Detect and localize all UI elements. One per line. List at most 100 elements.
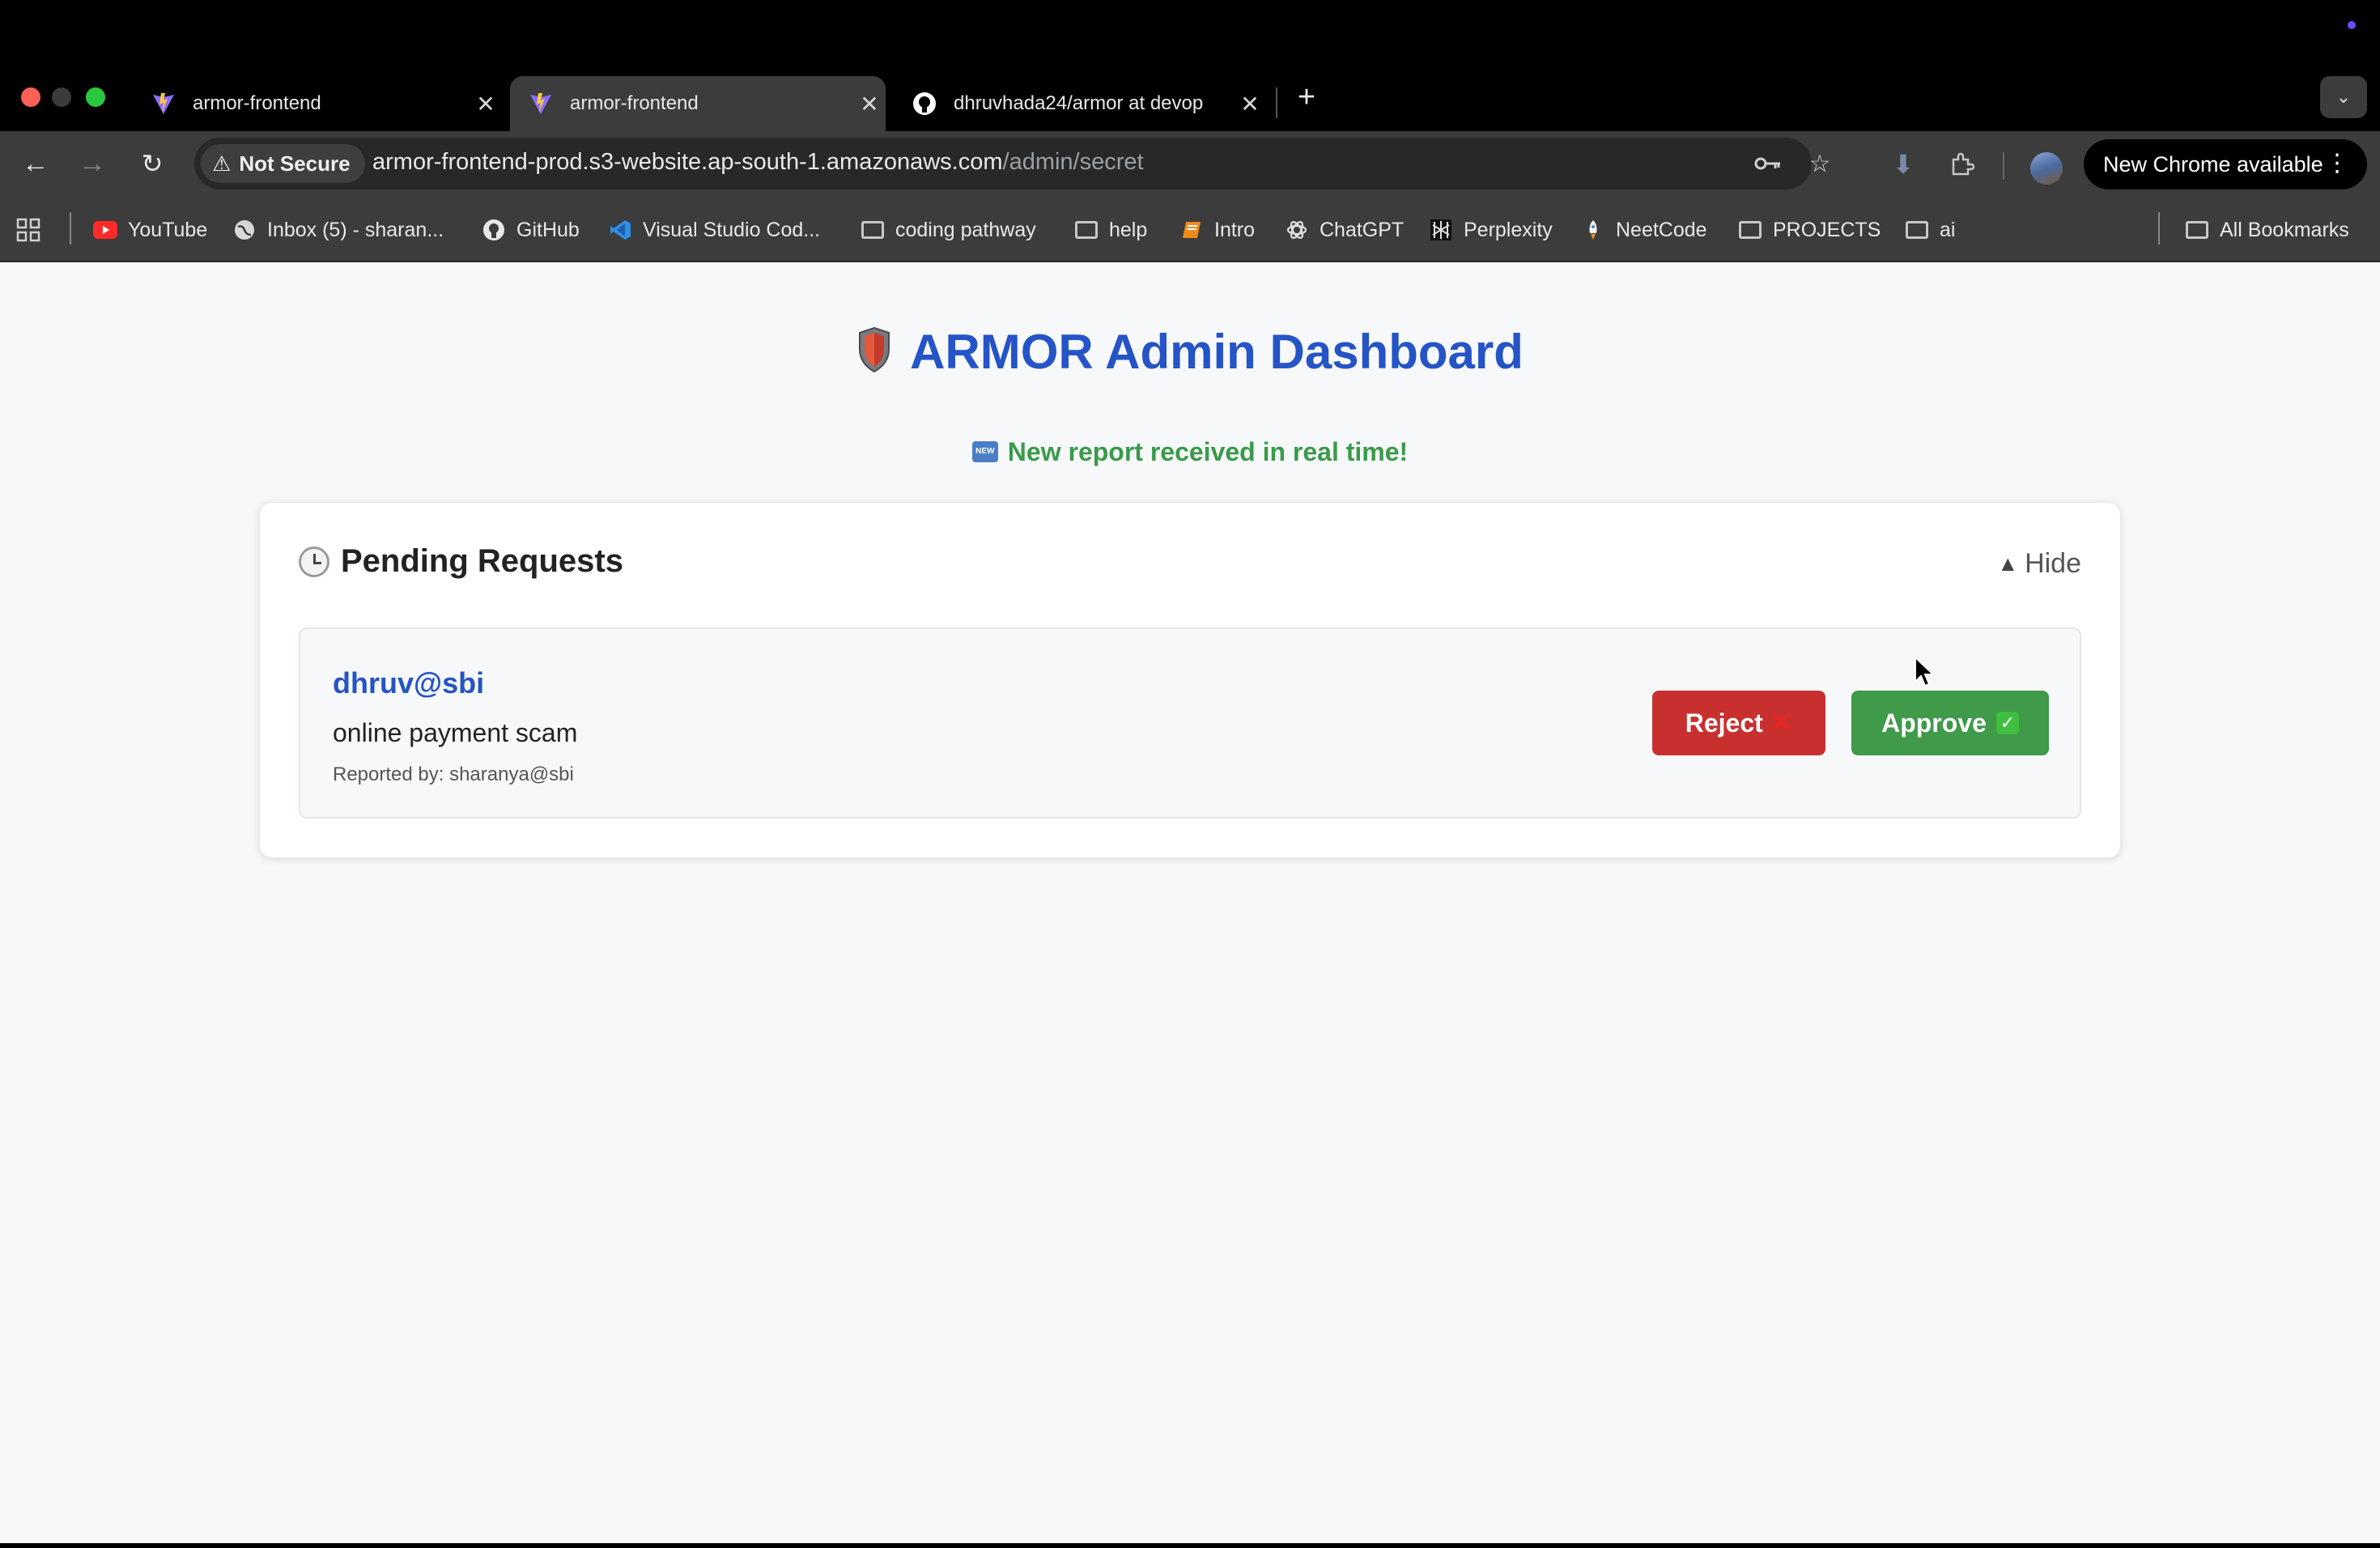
star-icon[interactable]: ☆ [1802, 146, 1838, 181]
bookmark-perplexity[interactable]: Perplexity [1428, 212, 1553, 248]
apps-grid-icon[interactable] [16, 212, 40, 248]
tab-title: armor-frontend [193, 92, 321, 114]
warning-icon: ⚠ [212, 151, 232, 176]
bookmark-divider [70, 212, 71, 245]
bookmark-label: ai [1940, 218, 1956, 241]
minimize-window-button[interactable] [52, 87, 71, 107]
bookmark-folder-coding-pathway[interactable]: coding pathway [860, 212, 1036, 248]
new-badge-icon: NEW [971, 440, 998, 462]
github-icon [481, 217, 507, 243]
bookmark-vscode[interactable]: Visual Studio Cod... [607, 212, 820, 248]
bookmark-folder-projects[interactable]: PROJECTS [1737, 212, 1881, 248]
tab-title: armor-frontend [570, 92, 699, 114]
page-title-text: ARMOR Admin Dashboard [910, 325, 1524, 379]
url-path: /admin/secret [1002, 149, 1144, 175]
bookmark-label: Perplexity [1464, 218, 1553, 241]
request-user: dhruv@sbi [333, 666, 485, 700]
bookmark-label: coding pathway [895, 218, 1036, 241]
chatgpt-icon [1284, 217, 1310, 243]
tab-title: dhruvhada24/armor at devop [954, 92, 1204, 114]
close-icon[interactable]: ✕ [470, 91, 502, 117]
url-text[interactable]: armor-frontend-prod.s3-website.ap-south-… [372, 149, 1144, 176]
clock-icon [299, 546, 329, 577]
approve-label: Approve [1881, 708, 1987, 738]
close-icon[interactable]: ✕ [1234, 91, 1266, 117]
tab-search-button[interactable]: ⌄ [2320, 76, 2367, 118]
approve-button[interactable]: Approve ✓ [1851, 691, 2049, 755]
folder-icon [1737, 217, 1763, 243]
all-bookmarks-button[interactable]: All Bookmarks [2184, 212, 2349, 248]
folder-icon [1904, 217, 1930, 243]
triangle-up-icon: ▲ [1997, 551, 2019, 576]
folder-icon [2184, 217, 2210, 243]
bookmark-label: Intro [1214, 218, 1256, 241]
bookmark-label: Visual Studio Cod... [643, 218, 821, 241]
shield-icon [856, 326, 892, 385]
bookmark-youtube[interactable]: YouTube [92, 212, 207, 248]
notice-text: New report received in real time! [1007, 437, 1409, 466]
realtime-notice: NEW New report received in real time! [0, 437, 2380, 467]
extensions-icon[interactable] [1941, 144, 1982, 185]
vite-icon [528, 91, 554, 117]
chrome-update-button[interactable]: New Chrome available ⋮ [2084, 139, 2367, 189]
vite-icon [151, 91, 176, 117]
security-label: Not Secure [239, 151, 351, 176]
tab-divider [1276, 87, 1277, 118]
globe-icon [232, 217, 257, 243]
browser-tab[interactable]: dhruvhada24/armor at devop ✕ [894, 76, 1266, 131]
youtube-icon [92, 217, 118, 243]
url-host: armor-frontend-prod.s3-website.ap-south-… [372, 149, 1003, 175]
reject-button[interactable]: Reject ✕ [1652, 691, 1825, 755]
back-arrow-icon[interactable]: ← [16, 144, 55, 183]
bookmark-chatgpt[interactable]: ChatGPT [1284, 212, 1404, 248]
request-reporter: Reported by: sharanya@sbi [333, 763, 574, 785]
hide-label: Hide [2025, 548, 2081, 579]
bookmark-folder-help[interactable]: help [1073, 212, 1147, 248]
bookmark-label: YouTube [128, 218, 208, 241]
bookmark-neetcode[interactable]: NeetCode [1580, 212, 1707, 248]
recording-indicator [2348, 21, 2356, 29]
key-icon[interactable] [1750, 146, 1786, 181]
bookmark-github[interactable]: GitHub [481, 212, 580, 248]
folder-icon [1073, 217, 1099, 243]
maximize-window-button[interactable] [86, 87, 105, 107]
update-label: New Chrome available [2103, 151, 2323, 176]
browser-tab-active[interactable]: armor-frontend ✕ [510, 76, 886, 131]
request-description: online payment scam [333, 718, 578, 747]
forward-arrow-icon[interactable]: → [73, 144, 112, 183]
screen-bottom-edge [0, 1543, 2380, 1548]
github-icon [912, 91, 937, 117]
pending-requests-card: Pending Requests ▲ Hide dhruv@sbi online… [259, 502, 2121, 858]
pending-heading-text: Pending Requests [341, 543, 623, 579]
kebab-menu-icon[interactable]: ⋮ [2325, 149, 2349, 177]
cross-icon: ✕ [1769, 708, 1793, 738]
profile-avatar[interactable] [2030, 152, 2063, 185]
browser-tab[interactable]: armor-frontend ✕ [133, 76, 502, 131]
rocket-icon [1580, 217, 1606, 243]
bookmark-intro[interactable]: Intro [1179, 212, 1255, 248]
book-icon [1179, 217, 1205, 243]
close-icon[interactable]: ✕ [853, 91, 886, 117]
toolbar-divider [2003, 152, 2004, 180]
download-icon[interactable]: ⬇ [1883, 144, 1923, 185]
request-item: dhruv@sbi online payment scam Reported b… [299, 627, 2081, 819]
vscode-icon [607, 217, 633, 243]
bookmark-label: PROJECTS [1773, 218, 1881, 241]
bookmark-label: GitHub [516, 218, 580, 241]
reload-icon[interactable]: ↻ [133, 144, 172, 183]
bookmark-folder-ai[interactable]: ai [1904, 212, 1955, 248]
perplexity-icon [1428, 217, 1454, 243]
close-window-button[interactable] [21, 87, 40, 107]
bookmark-label: help [1109, 218, 1148, 241]
security-chip[interactable]: ⚠ Not Secure [201, 144, 365, 183]
bookmark-divider [2158, 212, 2160, 245]
bookmark-inbox[interactable]: Inbox (5) - sharan... [232, 212, 444, 248]
page-title: ARMOR Admin Dashboard [0, 324, 2380, 385]
bookmark-label: Inbox (5) - sharan... [267, 218, 444, 241]
mouse-cursor-icon [1914, 655, 1936, 688]
checkmark-icon: ✓ [1995, 712, 2019, 734]
hide-toggle-button[interactable]: ▲ Hide [1997, 548, 2081, 580]
reject-label: Reject [1685, 708, 1763, 738]
folder-icon [860, 217, 886, 243]
new-tab-button[interactable]: + [1289, 78, 1324, 117]
